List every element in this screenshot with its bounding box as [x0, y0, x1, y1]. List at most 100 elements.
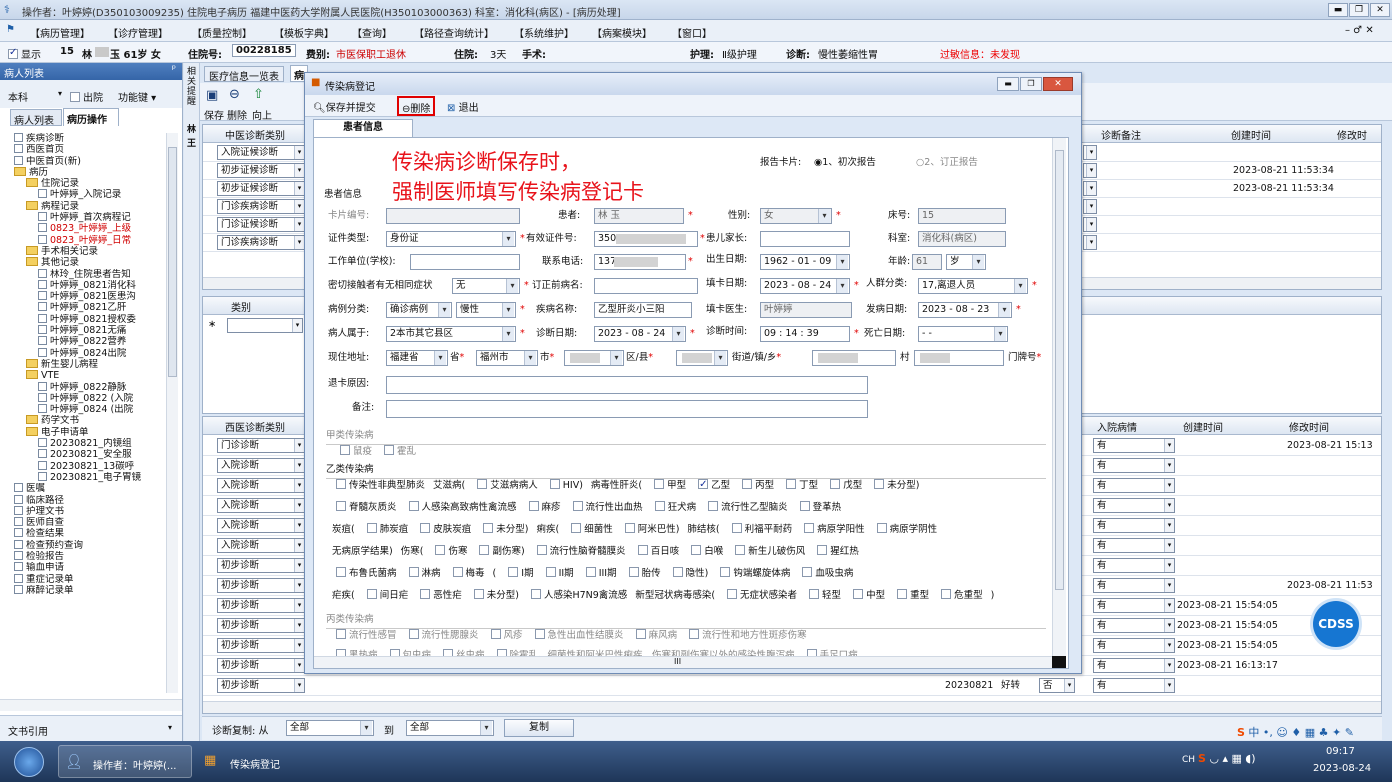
disease-checkbox[interactable] — [479, 545, 490, 555]
func-key-button[interactable]: 功能键 ▾ — [118, 89, 156, 104]
admission-cond-dropdown[interactable]: 有 — [1093, 658, 1175, 673]
copy-to-select[interactable]: 全部 — [406, 720, 494, 736]
minimize-button[interactable]: ▬ — [1328, 3, 1348, 17]
remark-dropdown[interactable] — [1083, 145, 1097, 160]
tree-item[interactable]: 重症记录单 — [6, 573, 168, 585]
doc-reference[interactable]: 文书引用 ▾ — [0, 715, 182, 741]
idtype-select[interactable]: 身份证 — [386, 231, 516, 247]
disease-checkbox[interactable] — [635, 629, 646, 639]
disease-checkbox[interactable] — [708, 501, 719, 511]
disease-checkbox[interactable] — [804, 523, 815, 533]
disease-checkbox[interactable] — [637, 545, 648, 555]
copy-button[interactable]: 复制 — [504, 719, 574, 737]
tcm-category-dropdown[interactable]: 门诊证候诊断 — [217, 217, 305, 232]
disease-checkbox[interactable] — [572, 501, 583, 511]
death-date-field[interactable]: - - — [918, 326, 1008, 342]
admission-cond-dropdown[interactable]: 有 — [1093, 518, 1175, 533]
admission-cond-dropdown[interactable]: 有 — [1093, 438, 1175, 453]
tree-item[interactable]: VTE — [6, 370, 168, 381]
western-category-dropdown[interactable]: 初步诊断 — [217, 658, 305, 673]
tree-item[interactable]: 新生婴儿病程 — [6, 358, 168, 370]
western-category-dropdown[interactable]: 入院诊断 — [217, 458, 305, 473]
western-category-dropdown[interactable]: 入院诊断 — [217, 478, 305, 493]
tree-item[interactable]: 20230821_电子胃镜 — [6, 471, 168, 483]
disease-checkbox[interactable] — [549, 479, 560, 489]
disease-checkbox[interactable] — [483, 523, 494, 533]
case-select[interactable]: 确诊病例 — [386, 302, 452, 318]
disease-checkbox[interactable] — [336, 501, 346, 511]
western-category-dropdown[interactable]: 初步诊断 — [217, 558, 305, 573]
tree-item[interactable]: 0823_叶婷婷_日常 — [6, 234, 168, 246]
taskbar-item-main[interactable]: 👤︎ 操作者：叶婷婷(... — [58, 745, 192, 778]
disease-checkbox[interactable] — [830, 479, 841, 489]
dialog-minimize[interactable]: ▬ — [997, 77, 1019, 91]
disease-checkbox[interactable] — [536, 545, 547, 555]
save-submit-button[interactable]: 🔍︎保存并提交 — [313, 99, 376, 114]
window-controls[interactable]: – ♂ ✕ — [1345, 25, 1374, 36]
disease-checkbox[interactable] — [366, 589, 377, 599]
up-label[interactable]: 向上 — [252, 107, 272, 122]
disease-checkbox[interactable] — [941, 589, 952, 599]
ime-toolbar[interactable]: S 中 •, ☺ ♦ ▦ ♣ ✦ ✎ — [1237, 724, 1392, 740]
save-label[interactable]: 保存 — [204, 107, 224, 122]
work-field[interactable] — [410, 254, 520, 270]
tree-item[interactable]: 电子申请单 — [6, 426, 168, 438]
discharged-checkbox[interactable]: 出院 — [66, 89, 103, 104]
disease-checkbox[interactable] — [874, 479, 885, 489]
tree-item[interactable]: 林玲_住院患者告知 — [6, 268, 168, 280]
western-category-dropdown[interactable]: 初步诊断 — [217, 638, 305, 653]
tree-item[interactable]: 医师自查 — [6, 517, 168, 528]
menu-item[interactable]: 【路径查询统计】 — [414, 25, 494, 40]
disease-checkbox[interactable] — [340, 445, 350, 455]
dept-dropdown-icon[interactable]: ▾ — [58, 89, 62, 98]
western-category-dropdown[interactable]: 入院诊断 — [217, 498, 305, 513]
western-category-dropdown[interactable]: 入院诊断 — [217, 518, 305, 533]
tree-item[interactable]: 疾病诊断 — [6, 133, 168, 144]
admission-cond-dropdown[interactable]: 有 — [1093, 618, 1175, 633]
menu-item[interactable]: 【诊疗管理】 — [108, 25, 168, 40]
disease-checkbox[interactable] — [408, 629, 419, 639]
tree-item[interactable]: 叶婷婷_0821乙肝 — [6, 302, 168, 313]
disease-checkbox[interactable] — [876, 523, 887, 533]
menu-item[interactable]: 【质量控制】 — [192, 25, 252, 40]
prev-name-field[interactable] — [594, 278, 698, 294]
admission-cond-dropdown[interactable]: 有 — [1093, 638, 1175, 653]
tcm-category-dropdown[interactable]: 入院证候诊断 — [217, 145, 305, 160]
admission-cond-dropdown[interactable]: 有 — [1093, 478, 1175, 493]
tree-item[interactable]: 护理文书 — [6, 505, 168, 517]
admission-cond-dropdown[interactable]: 有 — [1093, 558, 1175, 573]
disease-field[interactable]: 乙型肝炎小三阳 — [594, 302, 692, 318]
tree-item[interactable]: 住院记录 — [6, 178, 168, 189]
disease-checkbox[interactable] — [534, 629, 545, 639]
close-button[interactable]: ✕ — [1370, 3, 1390, 17]
tab-record-ops[interactable]: 病历操作 — [63, 108, 119, 126]
tree-item[interactable]: 叶婷婷_0822 (入院 — [6, 392, 168, 404]
menu-item[interactable]: 【病案模块】 — [592, 25, 652, 40]
tree-item[interactable]: 输血申请 — [6, 562, 168, 573]
menu-item[interactable]: 【模板字典】 — [274, 25, 334, 40]
tree-item[interactable]: 叶婷婷_首次病程记 — [6, 212, 168, 223]
disease-checkbox[interactable] — [366, 523, 377, 533]
lower-hscroll[interactable] — [203, 701, 1381, 713]
flag-dropdown[interactable]: 否 — [1039, 678, 1075, 693]
disease-checkbox[interactable] — [336, 567, 346, 577]
western-category-dropdown[interactable]: 初步诊断 — [217, 598, 305, 613]
disease-checkbox[interactable] — [571, 523, 582, 533]
disease-checkbox[interactable] — [545, 567, 556, 577]
tree-item[interactable]: 手术相关记录 — [6, 245, 168, 257]
gender-select[interactable]: 女 — [760, 208, 832, 224]
tree-item[interactable]: 20230821_安全服 — [6, 449, 168, 460]
province-select[interactable]: 福建省 — [386, 350, 448, 366]
tcm-category-dropdown[interactable]: 初步证候诊断 — [217, 181, 305, 196]
disease-checkbox[interactable] — [420, 523, 431, 533]
taskbar-item-dialog[interactable]: ▦ 传染病登记 — [196, 745, 330, 778]
disease-checkbox[interactable] — [802, 567, 813, 577]
diag-date-field[interactable]: 2023 - 08 - 24 — [594, 326, 686, 342]
diag-time-field[interactable]: 09 : 14 : 39 — [760, 326, 850, 342]
related-reminder[interactable]: 相关提醒 — [187, 67, 197, 107]
disease-checkbox[interactable] — [624, 523, 635, 533]
delete-label[interactable]: 删除 — [227, 107, 247, 122]
copy-from-select[interactable]: 全部 — [286, 720, 374, 736]
fill-date-field[interactable]: 2023 - 08 - 24 — [760, 278, 850, 294]
admission-cond-dropdown[interactable]: 有 — [1093, 458, 1175, 473]
